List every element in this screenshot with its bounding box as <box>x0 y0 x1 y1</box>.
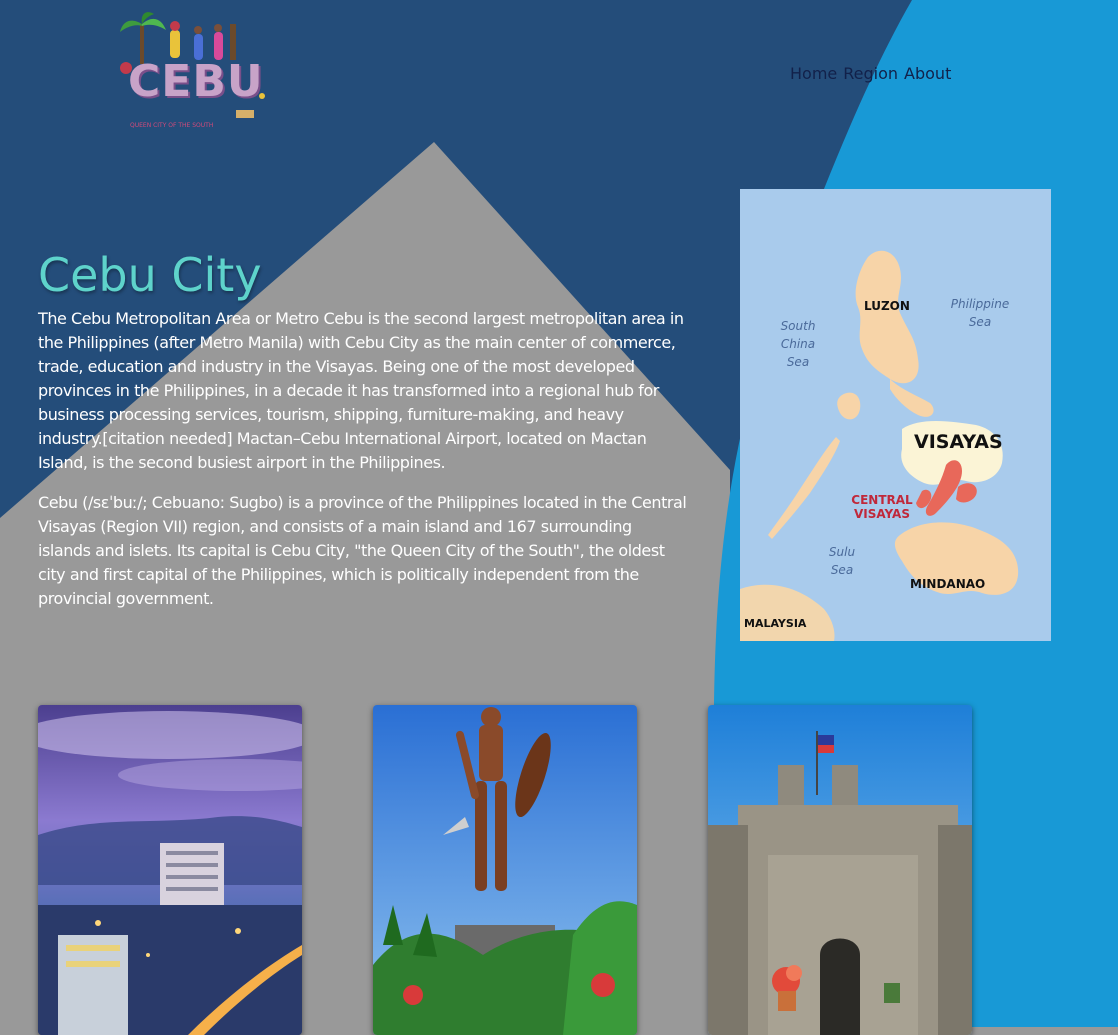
page-title: Cebu City <box>38 248 262 302</box>
lapu-lapu-statue-image <box>373 705 637 1035</box>
cebu-logo[interactable]: CEBU QUEEN CITY OF THE SOUTH <box>118 10 268 136</box>
logo-tagline: QUEEN CITY OF THE SOUTH <box>130 122 214 129</box>
photo-card-lapu-lapu-statue[interactable] <box>373 705 637 1035</box>
nav-about-link[interactable]: About <box>904 64 951 83</box>
map-landmass-graphic <box>740 250 1019 641</box>
intro-paragraph-metro-cebu: The Cebu Metropolitan Area or Metro Cebu… <box>38 309 684 472</box>
map-label-sulu-sea: Sulu Sea <box>828 545 856 577</box>
photo-card-city-skyline[interactable] <box>38 705 302 1035</box>
map-label-mindanao: MINDANAO <box>910 577 986 591</box>
fort-san-pedro-image <box>708 705 972 1035</box>
philippines-region-map: LUZON Philippine Sea South China Sea VIS… <box>740 189 1051 641</box>
map-label-malaysia: MALAYSIA <box>744 617 807 630</box>
city-skyline-image <box>38 705 302 1035</box>
map-label-visayas: VISAYAS <box>914 431 1003 453</box>
map-label-luzon: LUZON <box>864 299 910 313</box>
photo-card-fort-san-pedro[interactable] <box>708 705 972 1035</box>
nav-home-link[interactable]: Home <box>790 64 837 83</box>
intro-paragraph-province: Cebu (/sɛˈbuː/; Cebuano: Sugbo) is a pro… <box>38 493 687 608</box>
main-nav: Home Region About <box>790 64 951 83</box>
map-label-south-china-sea: South China Sea <box>780 319 816 369</box>
nav-region-link[interactable]: Region <box>843 64 898 83</box>
logo-title: CEBU <box>128 56 264 107</box>
map-label-central-visayas: CENTRAL VISAYAS <box>851 493 913 521</box>
map-label-philippine-sea: Philippine Sea <box>950 297 1010 329</box>
